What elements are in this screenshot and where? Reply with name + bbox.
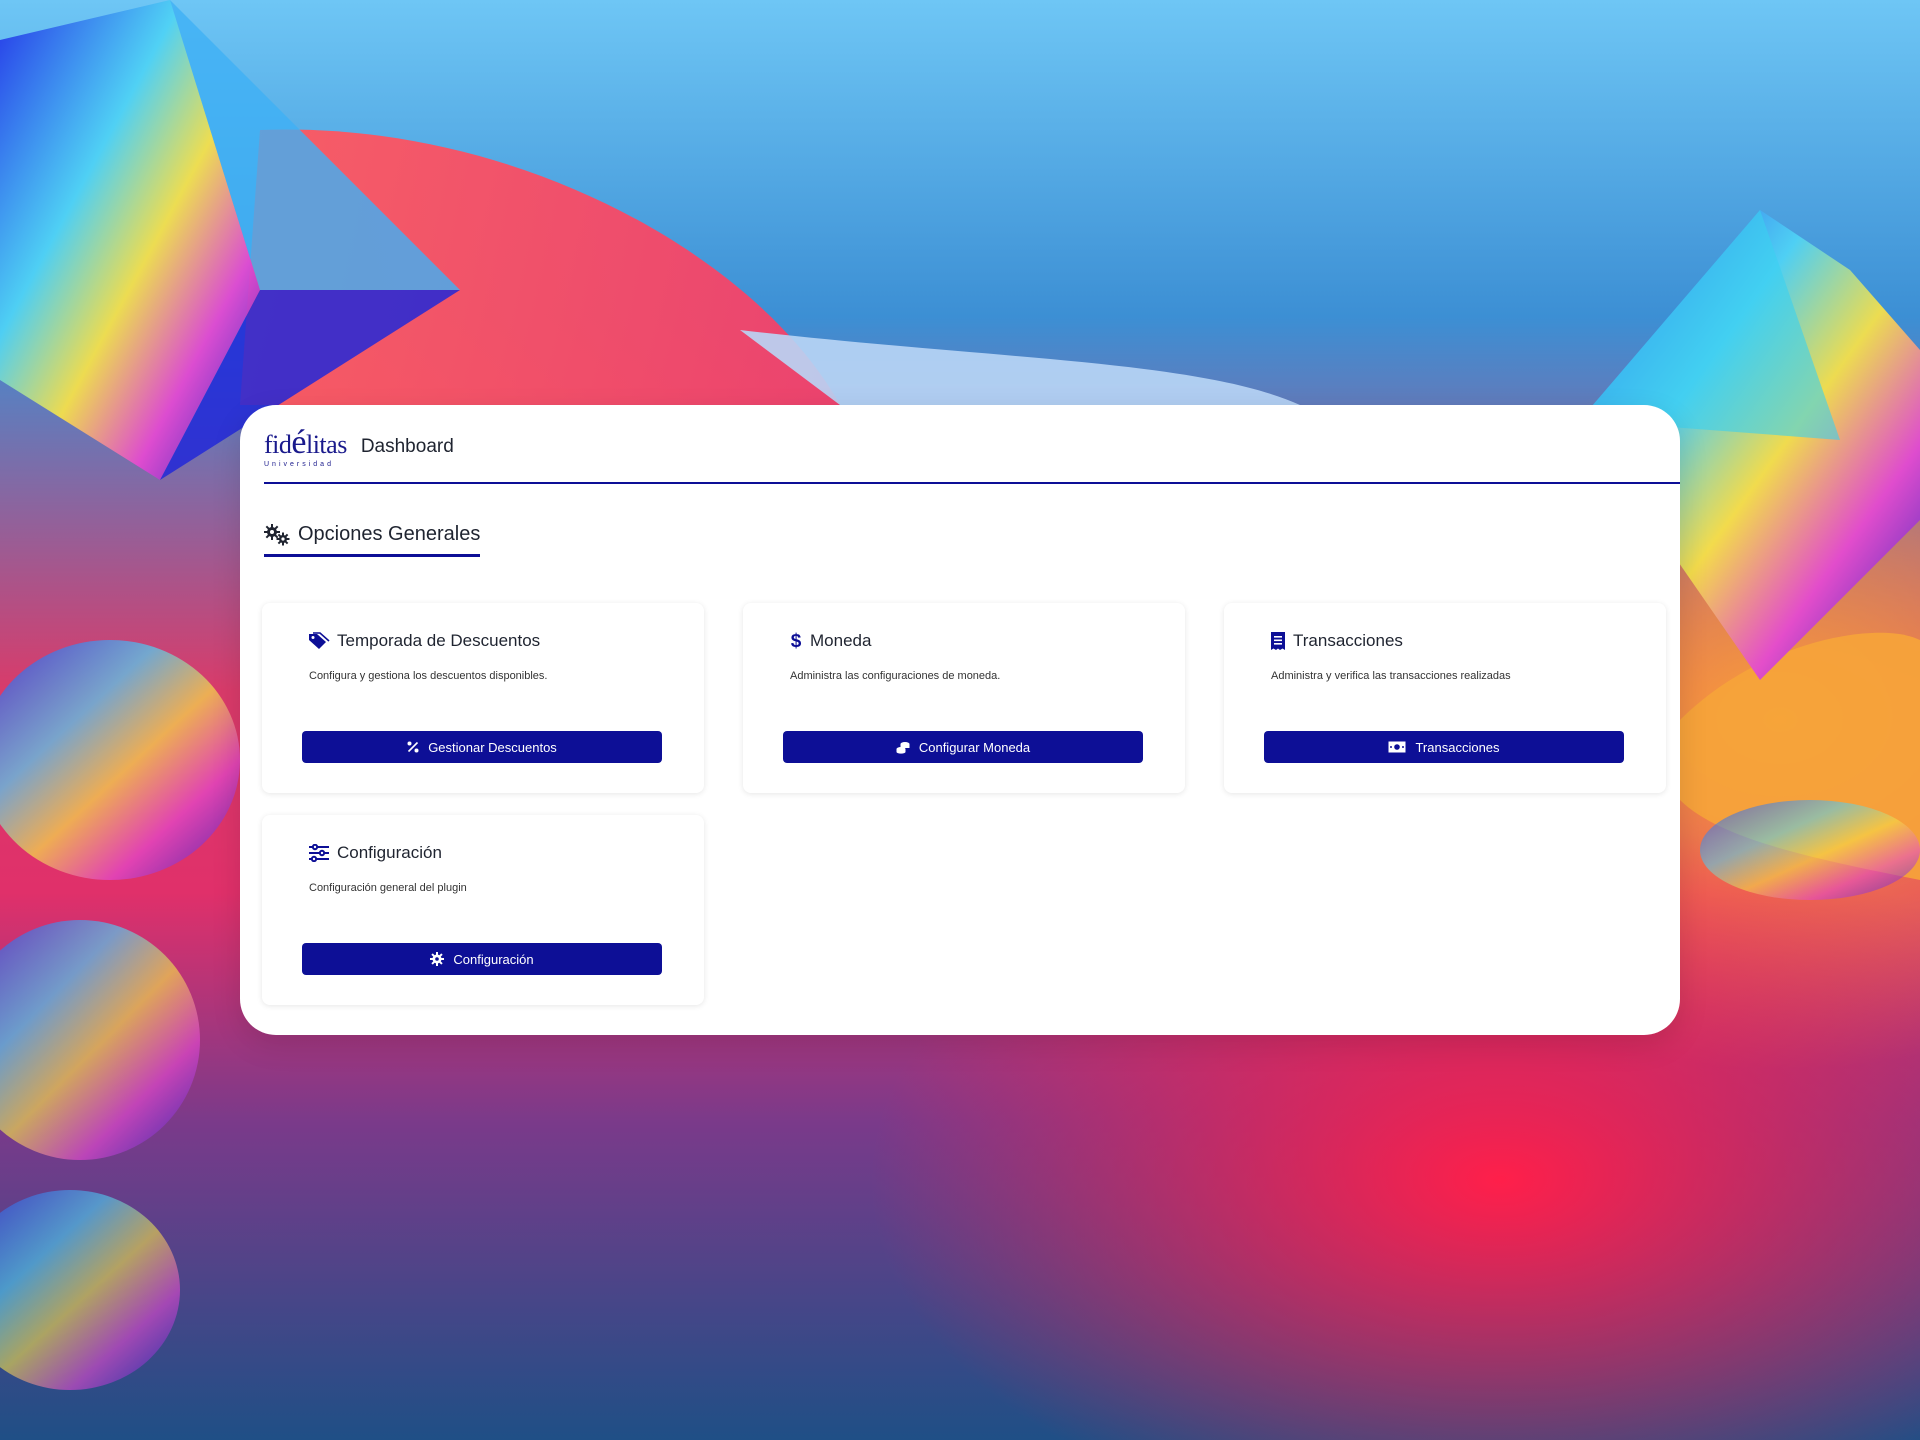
page-title: Dashboard xyxy=(360,436,454,457)
percent-icon xyxy=(407,741,419,753)
card-moneda: $ Moneda Administra las configuraciones … xyxy=(743,603,1185,793)
configurar-moneda-button[interactable]: Configurar Moneda xyxy=(783,731,1143,763)
card-description: Administra y verifica las transacciones … xyxy=(1271,670,1511,682)
gears-icon xyxy=(264,523,290,546)
gear-icon xyxy=(430,952,445,966)
configuracion-button[interactable]: Configuración xyxy=(302,943,662,975)
card-descuentos: Temporada de Descuentos Configura y gest… xyxy=(262,603,704,793)
card-transacciones: Transacciones Administra y verifica las … xyxy=(1224,603,1666,793)
card-title: Configuración xyxy=(337,843,442,862)
card-title: Temporada de Descuentos xyxy=(337,631,541,650)
sliders-icon xyxy=(308,844,330,862)
transacciones-button[interactable]: Transacciones xyxy=(1264,731,1624,763)
button-label: Configuración xyxy=(453,951,534,967)
section-title: Opciones Generales xyxy=(298,523,481,545)
card-description: Configuración general del plugin xyxy=(309,882,467,894)
card-title: Moneda xyxy=(810,631,872,650)
receipt-icon xyxy=(1270,631,1286,651)
button-label: Transacciones xyxy=(1415,739,1500,755)
button-label: Configurar Moneda xyxy=(918,739,1031,755)
logo-wordmark: fidélitas xyxy=(264,424,347,461)
svg-text:$: $ xyxy=(791,631,802,651)
card-description: Configura y gestiona los descuentos disp… xyxy=(309,670,548,682)
dashboard-panel: fidélitas Universidad Dashboard Opciones… xyxy=(240,405,1680,1035)
gestionar-descuentos-button[interactable]: Gestionar Descuentos xyxy=(302,731,662,763)
header-divider xyxy=(264,482,1680,484)
tag-icon xyxy=(308,632,330,650)
card-configuracion: Configuración Configuración general del … xyxy=(262,815,704,1005)
section-heading: Opciones Generales xyxy=(264,523,481,557)
dollar-icon: $ xyxy=(789,631,803,651)
header: fidélitas Universidad Dashboard xyxy=(264,423,454,471)
button-label: Gestionar Descuentos xyxy=(428,739,557,755)
brand-logo[interactable]: fidélitas Universidad xyxy=(264,424,347,469)
coins-icon xyxy=(896,741,910,754)
logo-subtitle: Universidad xyxy=(264,461,334,468)
card-description: Administra las configuraciones de moneda… xyxy=(790,670,1001,682)
money-bill-icon xyxy=(1388,741,1406,753)
card-title: Transacciones xyxy=(1293,631,1403,650)
